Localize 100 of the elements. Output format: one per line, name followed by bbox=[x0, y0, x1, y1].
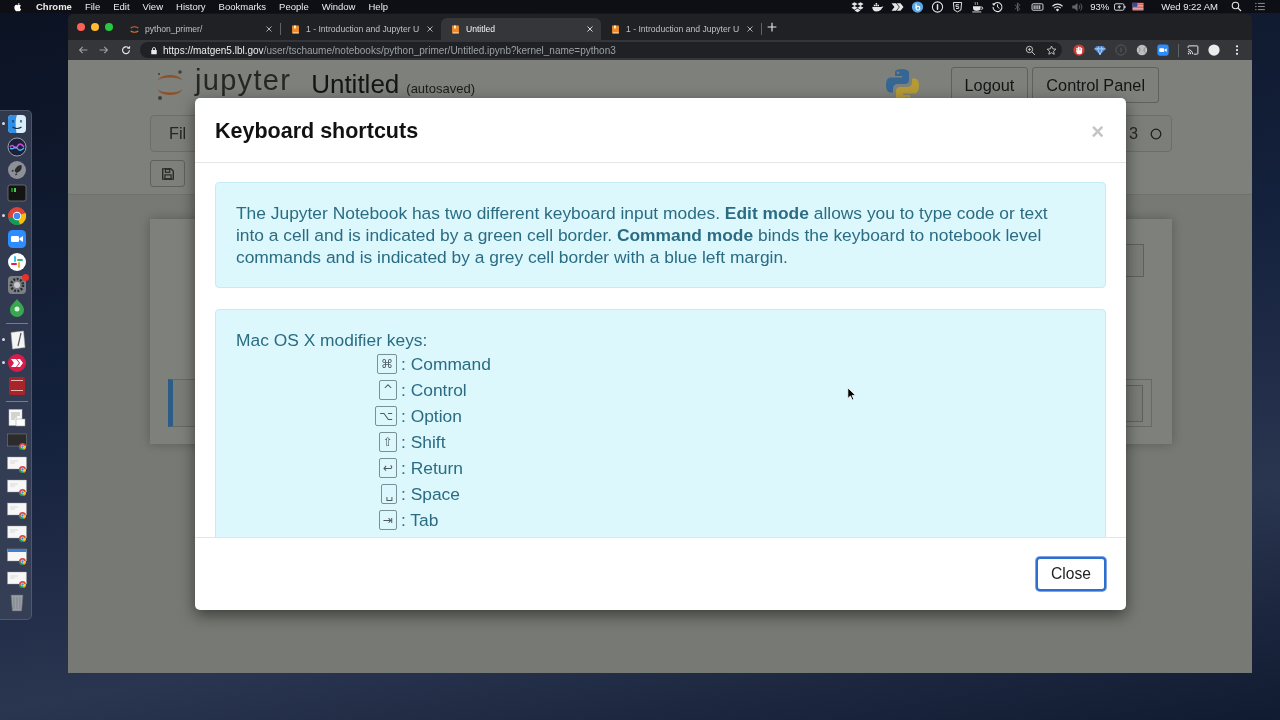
key-label: : Space bbox=[401, 483, 460, 505]
close-dialog-button[interactable]: Close bbox=[1036, 557, 1106, 591]
dialog-title: Keyboard shortcuts bbox=[215, 119, 419, 145]
intro-text: The Jupyter Notebook has two different keyboard input modes. Edit mode allows you to type code or text into a cell and is indicated by a green cell border. Command mode binds the keyboard to notebook level commands and is indicated by a grey cell border with a blue left margin. bbox=[236, 202, 1049, 268]
address-field[interactable]: https://matgen5.lbl.gov/user/tschaume/notebooks/python_primer/Untitled.ipynb?kernel_name=python3 bbox=[140, 42, 1062, 58]
plus-icon[interactable] bbox=[767, 22, 777, 32]
browser-tab[interactable]: 1 - Introduction and Jupyter U bbox=[281, 18, 441, 40]
back-arrow-icon[interactable] bbox=[78, 45, 88, 55]
smiling-face-icon[interactable] bbox=[7, 113, 27, 134]
key-label: : Command bbox=[401, 353, 491, 375]
browser-window-icon[interactable] bbox=[7, 522, 27, 543]
forward-arrow-icon[interactable] bbox=[99, 45, 109, 55]
book-icon bbox=[610, 23, 621, 35]
browser-window-icon[interactable] bbox=[7, 499, 27, 520]
key-label: : Option bbox=[401, 405, 462, 427]
browser-tab[interactable]: Untitled bbox=[441, 18, 601, 40]
battery-percent: 93% bbox=[1090, 0, 1110, 13]
browser-window-icon[interactable] bbox=[7, 545, 27, 566]
gear-icon[interactable] bbox=[7, 274, 27, 295]
browser-window-icon[interactable] bbox=[7, 476, 27, 497]
key-cap: ⌥ bbox=[375, 406, 397, 426]
search-icon[interactable] bbox=[1231, 1, 1242, 12]
menu-item[interactable]: Help bbox=[368, 0, 389, 13]
menu-icon[interactable] bbox=[1235, 44, 1239, 56]
key-label: : Tab bbox=[401, 509, 439, 531]
orbit-logo-icon bbox=[129, 23, 140, 35]
close-icon[interactable] bbox=[426, 25, 434, 33]
close-window-icon[interactable] bbox=[77, 23, 85, 31]
ring-logo-icon[interactable] bbox=[7, 205, 27, 226]
cast-icon[interactable] bbox=[1187, 44, 1199, 56]
menu-item[interactable]: File bbox=[84, 0, 101, 13]
lock-icon bbox=[150, 45, 158, 55]
double-arrow-icon[interactable] bbox=[891, 0, 905, 13]
speaker-icon[interactable] bbox=[1071, 0, 1085, 13]
document-icon[interactable] bbox=[7, 407, 27, 428]
zoom-in-icon[interactable] bbox=[1025, 44, 1036, 56]
meter-icon[interactable] bbox=[1031, 0, 1045, 13]
browser-tab[interactable]: 1 - Introduction and Jupyter U bbox=[601, 18, 761, 40]
list-icon[interactable] bbox=[1254, 1, 1266, 12]
chevron-disc-icon[interactable] bbox=[7, 352, 27, 373]
clock[interactable]: Wed 9:22 AM bbox=[1161, 0, 1218, 13]
cup-icon[interactable] bbox=[971, 0, 985, 13]
menu-item[interactable]: View bbox=[142, 0, 163, 13]
selected-cell-edge bbox=[168, 379, 195, 427]
save-button[interactable] bbox=[150, 160, 185, 187]
trash-icon[interactable] bbox=[7, 591, 27, 612]
avatar-icon[interactable] bbox=[1208, 44, 1220, 56]
wave-sphere-icon[interactable] bbox=[7, 136, 27, 157]
browser-window-icon[interactable] bbox=[7, 568, 27, 589]
modifier-heading: Mac OS X modifier keys: bbox=[236, 329, 429, 351]
browser-tab[interactable]: python_primer/ bbox=[120, 18, 280, 40]
browser-window-icon[interactable] bbox=[7, 430, 27, 451]
boat-icon[interactable] bbox=[871, 0, 885, 13]
hand-disc-icon[interactable] bbox=[1073, 44, 1085, 56]
pinwheel-logo-icon[interactable] bbox=[7, 251, 27, 272]
autosave-status: (autosaved) bbox=[406, 80, 475, 98]
clock-arrow-icon[interactable] bbox=[991, 0, 1005, 13]
star-icon[interactable] bbox=[1046, 44, 1057, 56]
mouse-pointer-icon bbox=[847, 387, 856, 401]
flag-icon[interactable] bbox=[1132, 1, 1145, 12]
reload-icon[interactable] bbox=[121, 45, 131, 55]
minimize-window-icon[interactable] bbox=[91, 23, 99, 31]
key-label: : Control bbox=[401, 379, 467, 401]
diamond-icon[interactable] bbox=[1094, 44, 1106, 56]
key-label: : Shift bbox=[401, 431, 446, 453]
apple-logo-icon[interactable] bbox=[13, 0, 23, 13]
key-cap: ⌘ bbox=[377, 354, 397, 374]
key-cap: ⇧ bbox=[378, 432, 397, 452]
key-cap: ↩ bbox=[378, 458, 397, 478]
key-cap: ␣ bbox=[381, 484, 397, 504]
menu-item[interactable]: History bbox=[176, 0, 206, 13]
leaf-disc-icon[interactable] bbox=[7, 159, 27, 180]
close-icon[interactable] bbox=[746, 25, 754, 33]
shield-icon[interactable] bbox=[951, 0, 965, 13]
browser-window-icon[interactable] bbox=[7, 453, 27, 474]
key-cap: ^ bbox=[378, 380, 397, 400]
paper-pen-icon[interactable] bbox=[7, 329, 27, 350]
book-icon bbox=[290, 23, 301, 35]
key-cap: ⇥ bbox=[378, 510, 397, 530]
close-icon[interactable] bbox=[265, 25, 273, 33]
droplet-icon[interactable] bbox=[7, 297, 27, 318]
circle-bar-icon[interactable] bbox=[931, 0, 945, 13]
video-camera-icon[interactable] bbox=[7, 228, 27, 249]
menu-item[interactable]: Edit bbox=[113, 0, 130, 13]
menu-item[interactable]: Window bbox=[321, 0, 356, 13]
letter-disc-icon[interactable] bbox=[911, 0, 925, 13]
app-menu[interactable]: Chrome bbox=[36, 0, 72, 13]
kernel-name: 3 bbox=[1128, 123, 1138, 145]
key-label: : Return bbox=[401, 457, 463, 479]
menu-item[interactable]: Bookmarks bbox=[218, 0, 267, 13]
logo-wordmark[interactable]: jupyter bbox=[195, 66, 292, 95]
menu-item[interactable]: People bbox=[279, 0, 309, 13]
book-icon[interactable] bbox=[7, 375, 27, 396]
diamonds-icon[interactable] bbox=[851, 0, 865, 13]
video-camera-icon[interactable] bbox=[1157, 44, 1169, 56]
notebook-title[interactable]: Untitled bbox=[311, 71, 400, 97]
ball-icon[interactable] bbox=[1136, 44, 1148, 56]
menu-item[interactable]: Fil bbox=[169, 121, 187, 146]
control-panel-button[interactable]: Control Panel bbox=[1032, 67, 1159, 103]
zoom-window-icon[interactable] bbox=[105, 23, 113, 31]
